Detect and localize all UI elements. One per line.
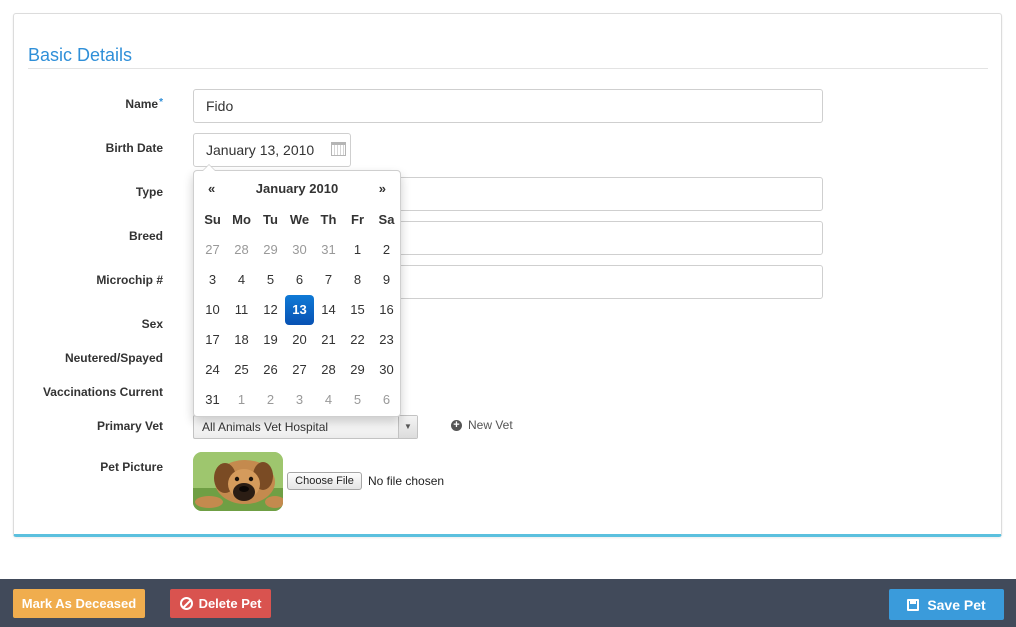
datepicker-day[interactable]: 27: [198, 235, 227, 265]
datepicker-day[interactable]: 8: [343, 265, 372, 295]
birth-date-value: January 13, 2010: [206, 142, 315, 158]
calendar-icon[interactable]: [331, 142, 346, 156]
datepicker-day[interactable]: 24: [198, 355, 227, 385]
datepicker-month-title[interactable]: January 2010: [194, 181, 400, 196]
datepicker-day[interactable]: 29: [343, 355, 372, 385]
weekday-header: Sa: [378, 212, 395, 227]
datepicker-day[interactable]: 3: [198, 265, 227, 295]
datepicker-day[interactable]: 20: [285, 325, 314, 355]
datepicker-day[interactable]: 11: [227, 295, 256, 325]
datepicker-day[interactable]: 16: [372, 295, 401, 325]
pet-picture-thumbnail: [193, 452, 283, 511]
type-label: Type: [135, 185, 163, 199]
datepicker-day[interactable]: 7: [314, 265, 343, 295]
birth-date-label: Birth Date: [105, 141, 163, 155]
pet-picture-label: Pet Picture: [100, 460, 163, 474]
plus-circle-icon: +: [451, 419, 462, 431]
mark-deceased-button[interactable]: Mark As Deceased: [13, 589, 145, 618]
datepicker-day[interactable]: 28: [227, 235, 256, 265]
datepicker-next-button[interactable]: »: [379, 181, 386, 196]
name-input[interactable]: Fido: [193, 89, 823, 123]
save-icon: [907, 598, 920, 611]
datepicker-day[interactable]: 25: [227, 355, 256, 385]
footer-bar: [0, 579, 1016, 627]
datepicker-day[interactable]: 9: [372, 265, 401, 295]
datepicker-day[interactable]: 19: [256, 325, 285, 355]
datepicker-day[interactable]: 4: [314, 385, 343, 415]
vaccinations-label: Vaccinations Current: [42, 385, 163, 399]
datepicker-day[interactable]: 4: [227, 265, 256, 295]
name-label: Name*: [125, 97, 163, 111]
datepicker-day[interactable]: 6: [285, 265, 314, 295]
datepicker-day[interactable]: 15: [343, 295, 372, 325]
primary-vet-label: Primary Vet: [96, 419, 163, 433]
datepicker-day[interactable]: 29: [256, 235, 285, 265]
datepicker-prev-button[interactable]: «: [208, 181, 215, 196]
section-title: Basic Details: [28, 45, 133, 65]
datepicker-day[interactable]: 22: [343, 325, 372, 355]
datepicker-day[interactable]: 23: [372, 325, 401, 355]
datepicker-day[interactable]: 2: [372, 235, 401, 265]
datepicker-day[interactable]: 21: [314, 325, 343, 355]
datepicker-day[interactable]: 1: [227, 385, 256, 415]
datepicker-day[interactable]: 17: [198, 325, 227, 355]
puppy-photo: [193, 452, 283, 511]
weekday-header: We: [289, 212, 310, 227]
datepicker-day[interactable]: 14: [314, 295, 343, 325]
datepicker-grid: Su Mo Tu We Th Fr Sa 27 28 29 30 31 1 2 3 4 5 6 7 8 9 10 11 12 1…: [198, 205, 401, 415]
birth-date-input[interactable]: January 13, 2010: [193, 133, 351, 167]
mark-deceased-label: Mark As Deceased: [21, 596, 137, 611]
datepicker-day[interactable]: 6: [372, 385, 401, 415]
file-status: No file chosen: [368, 474, 445, 488]
datepicker-day[interactable]: 10: [198, 295, 227, 325]
datepicker-day[interactable]: 30: [285, 235, 314, 265]
weekday-header: Th: [320, 212, 337, 227]
new-vet-label: New Vet: [468, 418, 513, 432]
datepicker-day[interactable]: 30: [372, 355, 401, 385]
datepicker-day[interactable]: 1: [343, 235, 372, 265]
ban-icon: [179, 597, 193, 610]
primary-vet-value: All Animals Vet Hospital: [202, 420, 329, 434]
datepicker-day[interactable]: 2: [256, 385, 285, 415]
datepicker-day[interactable]: 5: [343, 385, 372, 415]
section-divider: [28, 68, 988, 69]
save-pet-button[interactable]: Save Pet: [889, 589, 1004, 620]
primary-vet-select[interactable]: All Animals Vet Hospital ▼: [193, 415, 418, 439]
weekday-header: Mo: [232, 212, 251, 227]
weekday-header: Tu: [263, 212, 278, 227]
datepicker-day[interactable]: 26: [256, 355, 285, 385]
datepicker-day[interactable]: 12: [256, 295, 285, 325]
datepicker-day[interactable]: 18: [227, 325, 256, 355]
datepicker-day[interactable]: 31: [198, 385, 227, 415]
breed-label: Breed: [128, 229, 163, 243]
datepicker-popup: January 2010 « » Su Mo Tu We Th Fr Sa 27 28 29 30 3…: [193, 164, 401, 417]
datepicker-day[interactable]: 31: [314, 235, 343, 265]
delete-pet-label: Delete Pet: [198, 596, 262, 611]
choose-file-button[interactable]: Choose File: [287, 472, 362, 490]
datepicker-day[interactable]: 5: [256, 265, 285, 295]
datepicker-day[interactable]: 27: [285, 355, 314, 385]
neutered-label: Neutered/Spayed: [64, 351, 163, 365]
delete-pet-button[interactable]: Delete Pet: [170, 589, 271, 618]
datepicker-day[interactable]: 3: [285, 385, 314, 415]
datepicker-day[interactable]: 28: [314, 355, 343, 385]
datepicker-header: January 2010 « »: [194, 181, 400, 201]
new-vet-link[interactable]: + New Vet: [451, 418, 513, 432]
microchip-label: Microchip #: [96, 273, 163, 287]
sex-label: Sex: [141, 317, 163, 331]
weekday-header: Su: [204, 212, 221, 227]
chevron-down-icon[interactable]: ▼: [398, 416, 417, 438]
save-pet-label: Save Pet: [927, 596, 986, 613]
required-marker: *: [159, 97, 163, 108]
weekday-header: Fr: [351, 212, 364, 227]
datepicker-day-selected[interactable]: 13: [285, 295, 314, 325]
